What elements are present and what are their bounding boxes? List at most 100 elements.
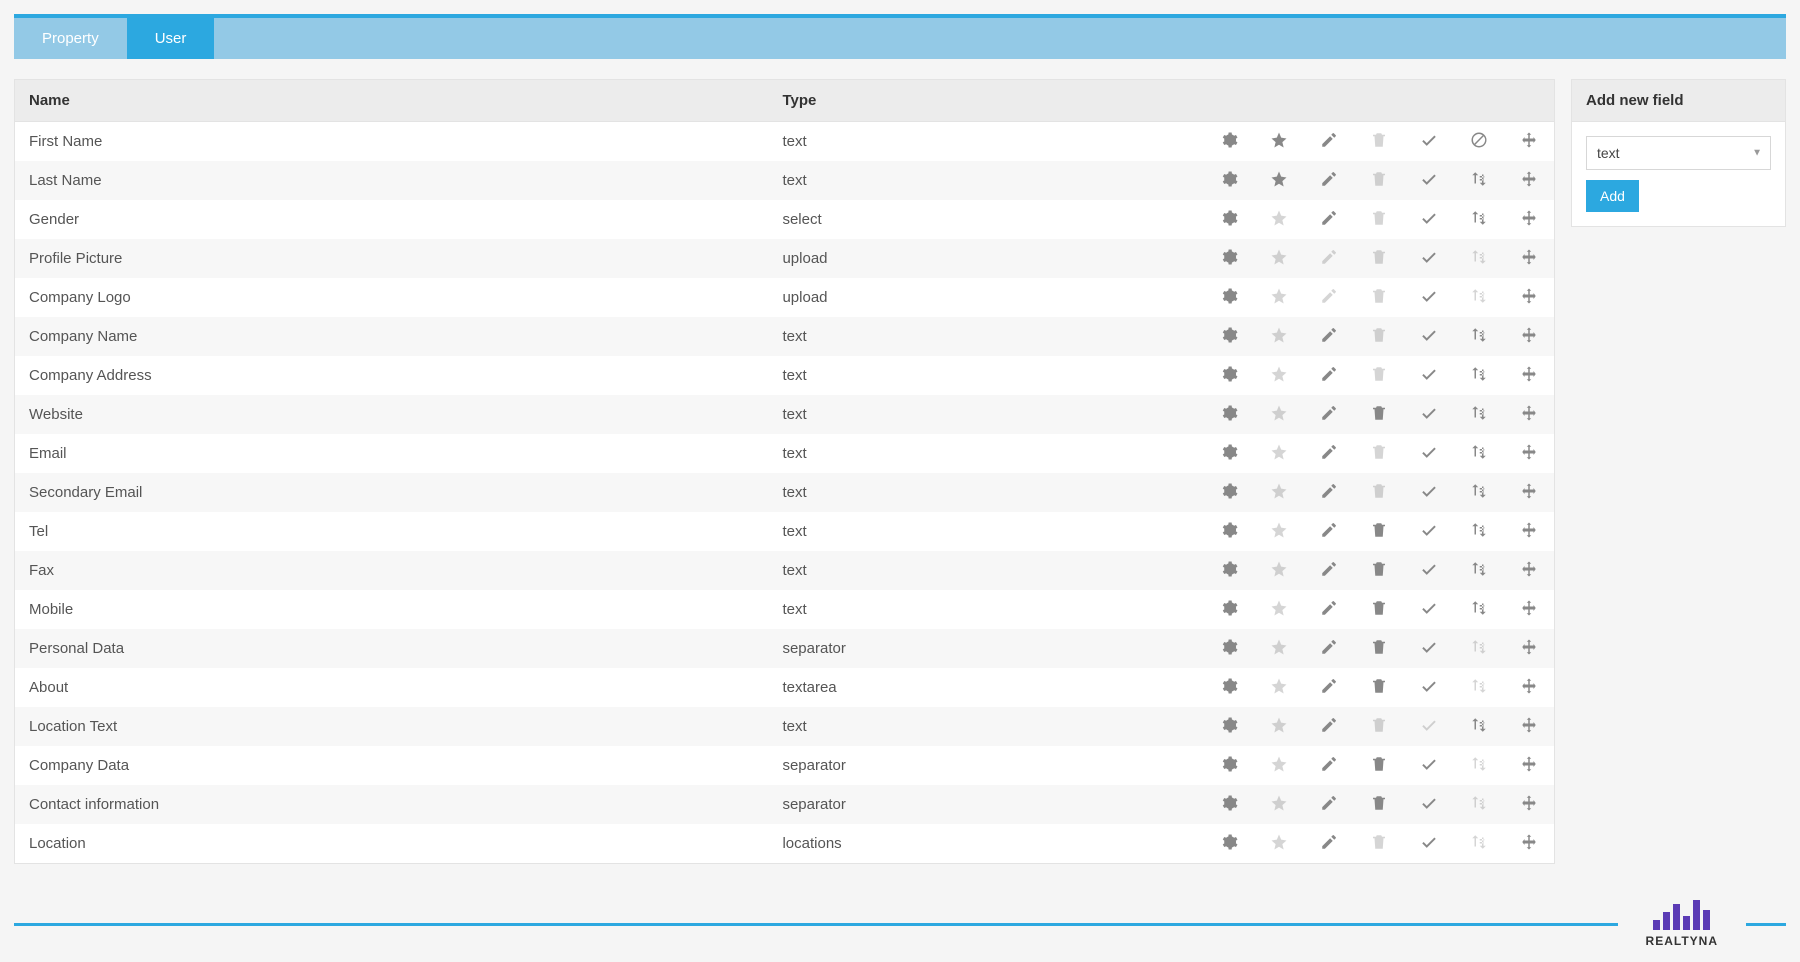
trash-icon[interactable] [1369,793,1389,813]
gear-icon[interactable] [1219,520,1239,540]
move-icon[interactable] [1519,481,1539,501]
trash-icon[interactable] [1369,169,1389,189]
check-icon[interactable] [1419,130,1439,150]
check-icon[interactable] [1419,286,1439,306]
edit-icon[interactable] [1319,520,1339,540]
star-icon[interactable] [1269,715,1289,735]
check-icon[interactable] [1419,793,1439,813]
trash-icon[interactable] [1369,754,1389,774]
move-icon[interactable] [1519,520,1539,540]
trash-icon[interactable] [1369,832,1389,852]
edit-icon[interactable] [1319,247,1339,267]
gear-icon[interactable] [1219,325,1239,345]
check-icon[interactable] [1419,754,1439,774]
gear-icon[interactable] [1219,832,1239,852]
star-icon[interactable] [1269,832,1289,852]
check-icon[interactable] [1419,832,1439,852]
move-icon[interactable] [1519,598,1539,618]
trash-icon[interactable] [1369,481,1389,501]
trash-icon[interactable] [1369,676,1389,696]
star-icon[interactable] [1269,754,1289,774]
move-icon[interactable] [1519,676,1539,696]
edit-icon[interactable] [1319,559,1339,579]
gear-icon[interactable] [1219,754,1239,774]
sort-icon[interactable] [1469,520,1489,540]
check-icon[interactable] [1419,676,1439,696]
edit-icon[interactable] [1319,715,1339,735]
gear-icon[interactable] [1219,442,1239,462]
star-icon[interactable] [1269,208,1289,228]
move-icon[interactable] [1519,208,1539,228]
trash-icon[interactable] [1369,559,1389,579]
sort-icon[interactable] [1469,793,1489,813]
gear-icon[interactable] [1219,559,1239,579]
sort-icon[interactable] [1469,598,1489,618]
sort-icon[interactable] [1469,559,1489,579]
move-icon[interactable] [1519,169,1539,189]
edit-icon[interactable] [1319,676,1339,696]
move-icon[interactable] [1519,247,1539,267]
star-icon[interactable] [1269,637,1289,657]
move-icon[interactable] [1519,715,1539,735]
sort-icon[interactable] [1469,481,1489,501]
sort-icon[interactable] [1469,715,1489,735]
star-icon[interactable] [1269,169,1289,189]
sort-icon[interactable] [1469,364,1489,384]
edit-icon[interactable] [1319,169,1339,189]
edit-icon[interactable] [1319,130,1339,150]
gear-icon[interactable] [1219,247,1239,267]
move-icon[interactable] [1519,832,1539,852]
check-icon[interactable] [1419,481,1439,501]
gear-icon[interactable] [1219,169,1239,189]
gear-icon[interactable] [1219,793,1239,813]
sort-icon[interactable] [1469,325,1489,345]
star-icon[interactable] [1269,676,1289,696]
gear-icon[interactable] [1219,364,1239,384]
star-icon[interactable] [1269,442,1289,462]
gear-icon[interactable] [1219,598,1239,618]
move-icon[interactable] [1519,286,1539,306]
move-icon[interactable] [1519,637,1539,657]
edit-icon[interactable] [1319,364,1339,384]
sort-icon[interactable] [1469,637,1489,657]
edit-icon[interactable] [1319,598,1339,618]
sort-icon[interactable] [1469,403,1489,423]
trash-icon[interactable] [1369,598,1389,618]
sort-icon[interactable] [1469,442,1489,462]
star-icon[interactable] [1269,325,1289,345]
check-icon[interactable] [1419,403,1439,423]
star-icon[interactable] [1269,793,1289,813]
sort-icon[interactable] [1469,169,1489,189]
check-icon[interactable] [1419,637,1439,657]
star-icon[interactable] [1269,364,1289,384]
star-icon[interactable] [1269,286,1289,306]
move-icon[interactable] [1519,325,1539,345]
field-type-select[interactable]: text ▼ [1586,136,1771,170]
star-icon[interactable] [1269,520,1289,540]
star-icon[interactable] [1269,559,1289,579]
tab-user[interactable]: User [127,18,215,59]
edit-icon[interactable] [1319,403,1339,423]
check-icon[interactable] [1419,247,1439,267]
sort-icon[interactable] [1469,208,1489,228]
trash-icon[interactable] [1369,442,1389,462]
gear-icon[interactable] [1219,208,1239,228]
sort-icon[interactable] [1469,832,1489,852]
move-icon[interactable] [1519,364,1539,384]
gear-icon[interactable] [1219,715,1239,735]
star-icon[interactable] [1269,598,1289,618]
add-button[interactable]: Add [1586,180,1639,212]
move-icon[interactable] [1519,793,1539,813]
check-icon[interactable] [1419,520,1439,540]
edit-icon[interactable] [1319,832,1339,852]
trash-icon[interactable] [1369,403,1389,423]
trash-icon[interactable] [1369,364,1389,384]
gear-icon[interactable] [1219,403,1239,423]
check-icon[interactable] [1419,442,1439,462]
sort-icon[interactable] [1469,754,1489,774]
move-icon[interactable] [1519,442,1539,462]
edit-icon[interactable] [1319,442,1339,462]
move-icon[interactable] [1519,559,1539,579]
check-icon[interactable] [1419,208,1439,228]
star-icon[interactable] [1269,130,1289,150]
